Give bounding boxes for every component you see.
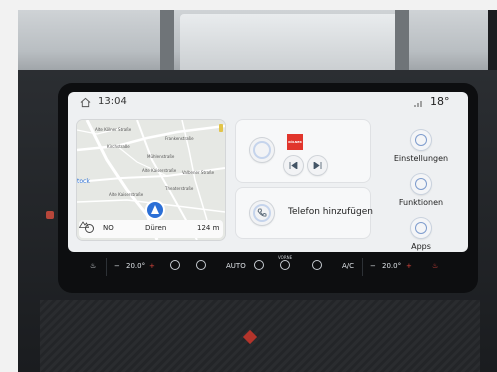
climate-bar: ♨ − 20.0° + AUTO VORNE A/C − 20.0° + ♨ <box>68 254 468 282</box>
next-button[interactable] <box>308 156 327 175</box>
clock: 13:04 <box>98 96 127 107</box>
right-temp-plus[interactable]: + <box>406 262 412 270</box>
add-phone-label: Telefon hinzufügen <box>288 207 373 217</box>
altitude: 124 m <box>197 224 220 232</box>
front-defrost-icon[interactable] <box>280 260 290 270</box>
seat-heat-left-icon[interactable]: ♨ <box>90 262 96 270</box>
image-border <box>0 0 18 372</box>
map-info-bar: NO Düren 124 m <box>79 220 223 238</box>
fan-speed-icon[interactable] <box>196 260 206 270</box>
map-street-label: Alte Kaiserstraße <box>109 192 144 197</box>
phone-button[interactable] <box>250 201 274 225</box>
city-name: Düren <box>145 224 167 232</box>
left-temp-plus[interactable]: + <box>149 262 155 270</box>
right-temperature: 20.0° <box>382 262 402 270</box>
ac-button[interactable]: A/C <box>342 262 354 270</box>
next-icon <box>313 162 322 169</box>
map-street-label: Kirchstraße <box>107 144 130 149</box>
climate-divider <box>362 258 363 276</box>
fan-direction-icon[interactable] <box>170 260 180 270</box>
status-bar: 13:04 18° <box>68 92 468 114</box>
phone-icon <box>257 208 267 217</box>
image-border <box>0 0 497 10</box>
settings-label: Einstellungen <box>393 154 449 163</box>
infotainment-screen: 13:04 18° Alte Kölner Straße Frankenstra… <box>68 92 468 252</box>
photo-frame: 13:04 18° Alte Kölner Straße Frankenstra… <box>0 0 497 372</box>
right-temp-minus[interactable]: − <box>370 262 376 270</box>
prev-icon <box>289 162 298 169</box>
steering-heat-icon[interactable] <box>254 260 264 270</box>
apps-icon <box>411 218 431 238</box>
media-card[interactable]: KÖLNER <box>236 120 370 182</box>
map-street-label: Alte Kaiserstraße <box>142 168 177 173</box>
navigation-map[interactable]: Alte Kölner Straße Frankenstraße Kirchst… <box>77 120 225 240</box>
auto-button[interactable]: AUTO <box>226 262 246 270</box>
map-street-label: Theaterstraße <box>165 186 194 191</box>
carbon-trim <box>40 300 480 372</box>
map-partial-label: tock <box>77 178 90 185</box>
apps-label: Apps <box>411 242 431 251</box>
map-street-label: Valbener Straße <box>182 170 215 175</box>
heading: NO <box>103 224 114 232</box>
map-street-label: Mühlenstraße <box>147 154 175 159</box>
left-temp-minus[interactable]: − <box>114 262 120 270</box>
map-tab[interactable] <box>219 124 223 132</box>
altitude-icon <box>79 221 89 228</box>
position-arrow-icon <box>147 202 163 218</box>
dashboard-indicator <box>46 211 54 219</box>
previous-button[interactable] <box>284 156 303 175</box>
climate-divider <box>106 258 107 276</box>
phone-card[interactable]: Telefon hinzufügen <box>236 188 373 238</box>
settings-icon <box>411 130 431 150</box>
radio-ring <box>253 141 271 159</box>
rear-defrost-icon[interactable] <box>312 260 322 270</box>
functions-label: Funktionen <box>398 198 444 207</box>
signal-icon <box>414 101 422 107</box>
car-icon <box>411 174 431 194</box>
outside-temperature: 18° <box>430 95 450 108</box>
left-temperature: 20.0° <box>126 262 146 270</box>
seat-heat-right-icon[interactable]: ♨ <box>432 262 438 270</box>
map-street-label: Alte Kölner Straße <box>95 127 132 132</box>
radio-source-button[interactable] <box>250 138 274 162</box>
home-icon[interactable] <box>80 97 91 108</box>
map-street-label: Frankenstraße <box>165 136 194 141</box>
station-logo: KÖLNER <box>287 134 303 150</box>
